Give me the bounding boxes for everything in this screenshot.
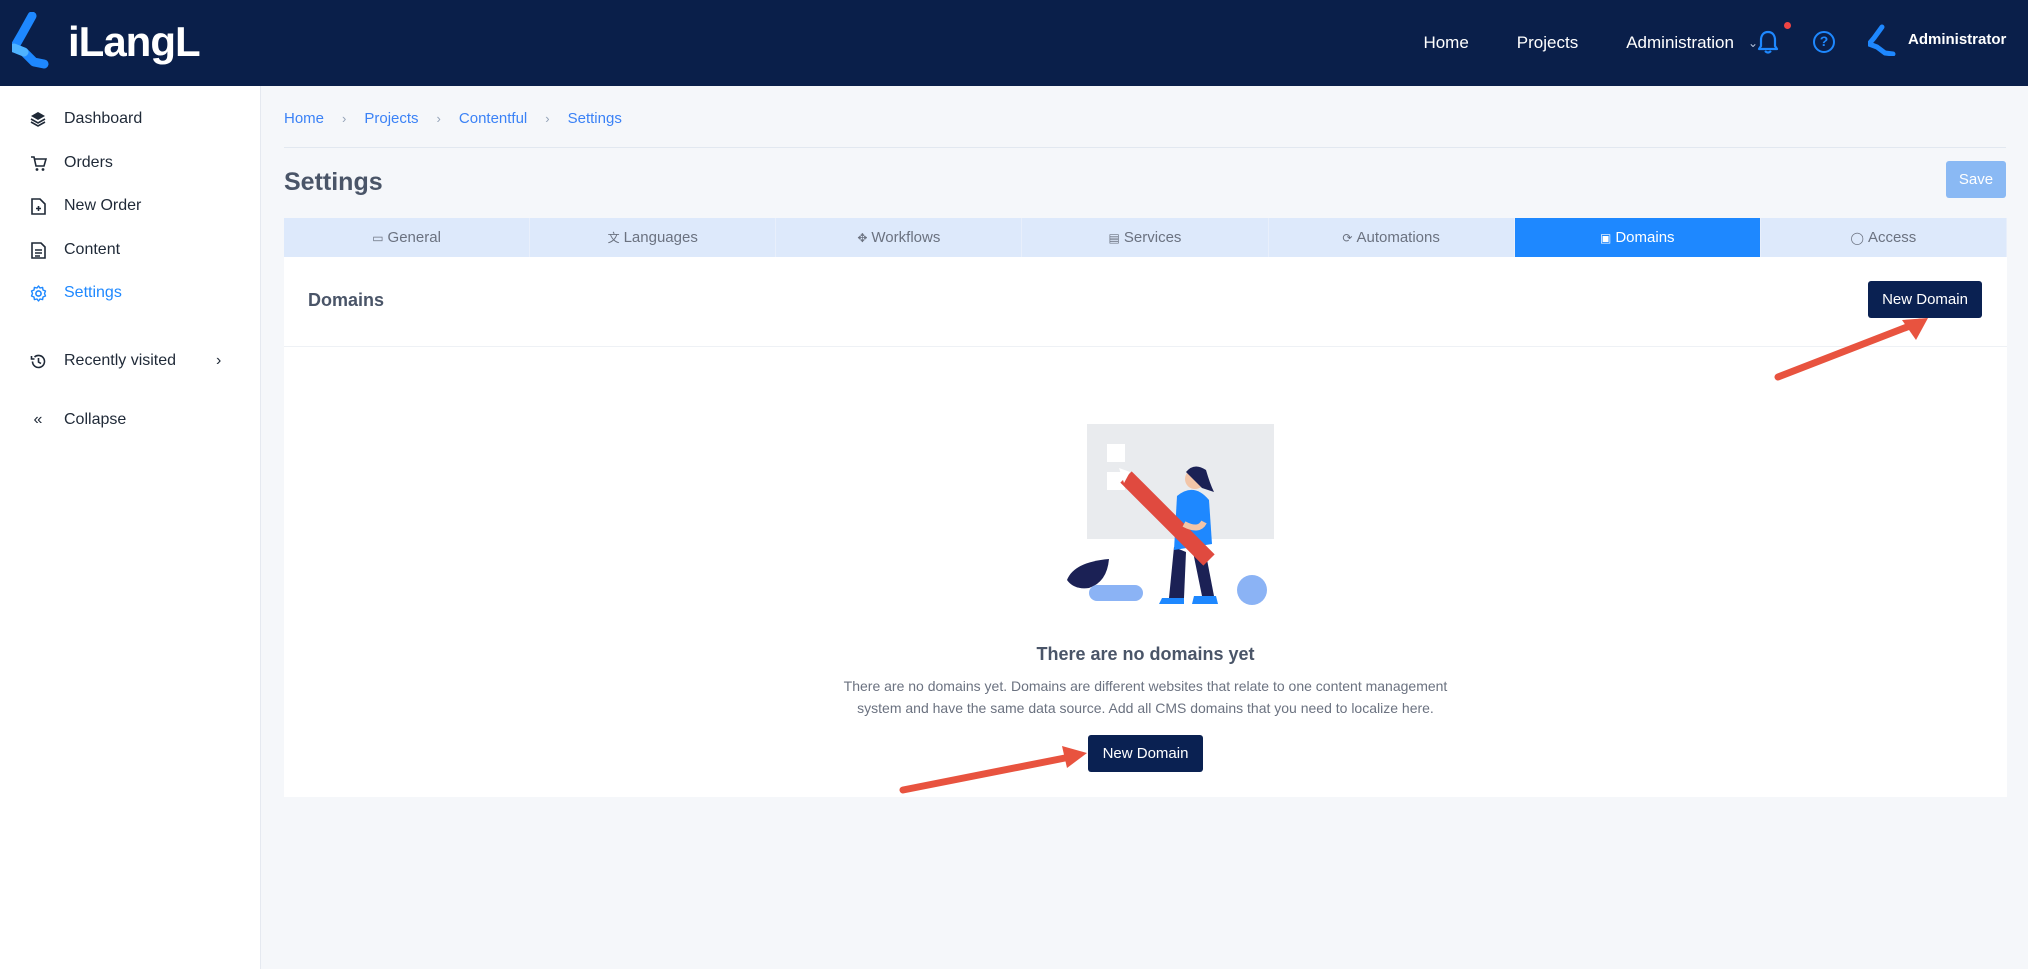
- translate-icon: 文: [607, 231, 620, 245]
- tab-automations[interactable]: ⟳ Automations: [1269, 218, 1515, 257]
- chevron-right-icon: ›: [216, 352, 222, 369]
- layers-icon: [29, 110, 47, 128]
- sidebar-item-orders[interactable]: Orders: [0, 143, 261, 183]
- tab-general[interactable]: ▭ General: [284, 218, 531, 257]
- empty-state-title: There are no domains yet: [1036, 644, 1255, 664]
- save-button[interactable]: Save: [1946, 161, 2006, 198]
- bell-icon[interactable]: [1757, 30, 1779, 54]
- nav-home[interactable]: Home: [1423, 33, 1468, 53]
- breadcrumb-settings[interactable]: Settings: [568, 110, 622, 127]
- sidebar-item-recently-visited[interactable]: Recently visited ›: [0, 341, 261, 381]
- notification-dot: [1784, 22, 1791, 29]
- sidebar: Dashboard Orders New Order Content Setti…: [0, 86, 261, 969]
- annotation-arrow-icon: [899, 746, 1087, 794]
- tab-workflows[interactable]: ✥ Workflows: [776, 218, 1023, 257]
- history-icon: [29, 352, 47, 370]
- top-navbar: iLangL Home Projects Administration ⌄ ? …: [0, 0, 2028, 86]
- sidebar-item-label: Orders: [64, 154, 113, 171]
- panel-header: Domains New Domain: [284, 257, 2007, 347]
- sidebar-item-dashboard[interactable]: Dashboard: [0, 99, 261, 139]
- server-icon: ▤: [1108, 230, 1120, 245]
- tab-label: Languages: [623, 229, 698, 246]
- building-icon: ▣: [1600, 230, 1612, 245]
- cart-icon: [29, 154, 47, 172]
- domains-panel: Domains New Domain There are no domains …: [284, 257, 2007, 797]
- empty-state-description: There are no domains yet. Domains are di…: [843, 678, 1448, 716]
- document-icon: [29, 241, 47, 259]
- top-nav-links: Home Projects Administration ⌄: [1375, 0, 1758, 86]
- sidebar-item-collapse[interactable]: « Collapse: [0, 400, 261, 440]
- breadcrumb-home[interactable]: Home: [284, 110, 324, 127]
- nav-projects-label: Projects: [1516, 33, 1579, 52]
- annotation-arrow-icon: [1774, 318, 1928, 381]
- tab-label: Automations: [1356, 229, 1440, 246]
- user-name[interactable]: Administrator: [1908, 31, 2006, 48]
- new-domain-button-empty[interactable]: New Domain: [1088, 735, 1203, 772]
- chevron-right-icon: ›: [436, 111, 441, 126]
- avatar-icon[interactable]: [1868, 24, 1896, 56]
- workflow-icon: ✥: [857, 230, 868, 245]
- tab-domains[interactable]: ▣ Domains: [1514, 218, 1761, 257]
- settings-tabs: ▭ General 文 Languages ✥ Workflows ▤ Serv…: [284, 218, 2007, 257]
- sidebar-item-label: Dashboard: [64, 110, 143, 127]
- sidebar-item-new-order[interactable]: New Order: [0, 186, 261, 226]
- nav-administration-label: Administration: [1626, 33, 1734, 52]
- breadcrumb-divider: [284, 147, 2006, 148]
- tab-label: Access: [1867, 229, 1917, 246]
- window-icon: ▭: [372, 230, 384, 245]
- tab-label: Services: [1123, 229, 1182, 246]
- logo-mark-icon: [12, 12, 49, 69]
- chevron-right-icon: ›: [545, 111, 550, 126]
- app-logo[interactable]: iLangL: [12, 12, 201, 72]
- page-title: Settings: [284, 168, 383, 196]
- breadcrumb-contentful[interactable]: Contentful: [459, 110, 527, 127]
- panel-title: Domains: [308, 290, 385, 310]
- tab-label: General: [387, 229, 441, 246]
- shield-check-icon: ◯: [1850, 230, 1864, 245]
- sidebar-item-label: Content: [64, 241, 121, 258]
- nav-administration[interactable]: Administration ⌄: [1626, 33, 1758, 53]
- sidebar-item-label: Recently visited: [64, 352, 177, 369]
- sidebar-item-label: Settings: [64, 284, 122, 301]
- nav-projects[interactable]: Projects: [1517, 33, 1578, 53]
- double-chevron-left-icon: «: [33, 411, 43, 428]
- chevron-right-icon: ›: [342, 111, 347, 126]
- sidebar-item-content[interactable]: Content: [0, 230, 261, 270]
- tab-languages[interactable]: 文 Languages: [530, 218, 777, 257]
- sidebar-item-settings[interactable]: Settings: [0, 273, 261, 313]
- tab-services[interactable]: ▤ Services: [1022, 218, 1269, 257]
- tab-access[interactable]: ◯ Access: [1761, 218, 2007, 257]
- refresh-icon: ⟳: [1342, 230, 1353, 245]
- sidebar-item-label: New Order: [64, 197, 142, 214]
- breadcrumb-projects[interactable]: Projects: [364, 110, 418, 127]
- sidebar-item-label: Collapse: [64, 411, 127, 428]
- nav-home-label: Home: [1423, 33, 1469, 52]
- gear-icon: [29, 284, 47, 302]
- logo-text: iLangL: [68, 18, 201, 65]
- empty-state-illustration: [1067, 424, 1274, 605]
- breadcrumb: Home › Projects › Contentful › Settings: [284, 110, 622, 127]
- tab-label: Workflows: [871, 229, 941, 246]
- file-plus-icon: [29, 197, 47, 215]
- tab-label: Domains: [1615, 229, 1675, 246]
- help-icon[interactable]: ?: [1813, 31, 1835, 53]
